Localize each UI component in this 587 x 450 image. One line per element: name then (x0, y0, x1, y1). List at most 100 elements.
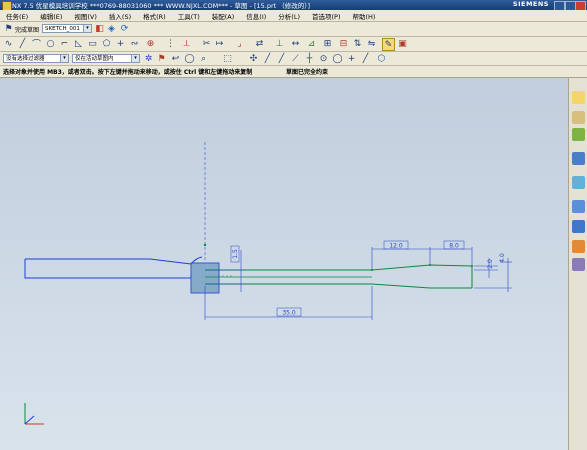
polygon-icon[interactable]: ⬠ (101, 38, 112, 49)
menu-tools[interactable]: 工具(T) (172, 11, 206, 21)
dimension-value: 2.0 (487, 259, 494, 269)
history-icon[interactable] (572, 176, 585, 189)
menu-bar: 任务(E) 编辑(E) 视图(V) 插入(S) 格式(R) 工具(T) 装配(A… (0, 10, 587, 22)
status-bar: 选择对象并使用 MB3，或者双击。按下左键并拖动来移动，或按住 Ctrl 键和左… (0, 66, 587, 78)
menu-view[interactable]: 视图(V) (68, 11, 103, 21)
menu-preferences[interactable]: 首选项(P) (306, 11, 347, 21)
menu-edit[interactable]: 编辑(E) (34, 11, 68, 21)
general-select-icon[interactable]: ✲ (143, 53, 154, 64)
menu-format[interactable]: 格式(R) (137, 11, 172, 21)
dimension-2[interactable]: 2.0 (474, 258, 498, 278)
snap-end-icon[interactable]: ╱ (262, 53, 273, 64)
orient-view-icon[interactable]: ◧ (94, 23, 105, 34)
sketch-style-icon[interactable]: ✎ (382, 38, 395, 51)
snap-on-curve-icon[interactable]: ╱ (360, 53, 371, 64)
snap-intersect-icon[interactable]: ┼ (304, 53, 315, 64)
dimension-value: 1.5 (232, 249, 239, 259)
menu-analysis[interactable]: 分析(L) (272, 11, 306, 21)
lasso-icon[interactable]: ⌕ (198, 53, 209, 64)
graphics-window[interactable]: 12.0 8.0 2.0 4.0 1.5 35.0 (0, 78, 568, 450)
snap-center-icon[interactable]: ⊙ (318, 53, 329, 64)
dimension-4[interactable]: 4.0 (474, 253, 512, 292)
dimension-8[interactable]: 8.0 (430, 240, 473, 266)
selection-scope-select[interactable]: 仅在活动草图内 ▾ (72, 54, 140, 63)
studio-spline-icon[interactable]: ∾ (129, 38, 140, 49)
rectangle-icon[interactable]: ▭ (87, 38, 98, 49)
body-select-icon[interactable]: ◯ (184, 53, 195, 64)
assembly-navigator-icon[interactable] (572, 91, 585, 104)
menu-assemblies[interactable]: 装配(A) (206, 11, 241, 21)
sketch-toolbar: ⚑ 完成草图 SKETCH_001 ▾ ◧ ◈ ⟳ (0, 22, 587, 37)
offset-curve-icon[interactable]: ⊕ (145, 38, 156, 49)
dimension-35[interactable]: 35.0 (204, 286, 373, 320)
show-constraints-icon[interactable]: ⊟ (338, 38, 349, 49)
finish-sketch-icon[interactable]: ⚑ (3, 23, 14, 34)
constraint-icon[interactable]: ⊥ (274, 38, 285, 49)
menu-help[interactable]: 帮助(H) (346, 11, 381, 21)
auto-constrain-icon[interactable]: ⊞ (322, 38, 333, 49)
mirror-icon[interactable]: ⟂ (181, 38, 192, 49)
fillet-icon[interactable]: ⌐ (59, 38, 70, 49)
curve-toolbar: ∿ ╱ ⌒ ○ ⌐ ◺ ▭ ⬠ + ∾ ⊕ ⋮ ⟂ ✂ ↦ ⌟ ⇄ ⊥ ↔ ⊿ … (0, 37, 587, 52)
dimension-value: 35.0 (282, 310, 296, 317)
snap-mid-icon[interactable]: ╱ (276, 53, 287, 64)
pattern-icon[interactable]: ⋮ (165, 38, 176, 49)
selection-filter-select[interactable]: 没有选择过滤器 ▾ (3, 54, 69, 63)
sketch-layer-icon[interactable]: ▣ (397, 38, 408, 49)
inferred-icon[interactable]: ⊿ (306, 38, 317, 49)
menu-task[interactable]: 任务(E) (0, 11, 34, 21)
process-studio-icon[interactable] (572, 200, 585, 213)
sketch-drawing: 12.0 8.0 2.0 4.0 1.5 35.0 (24, 142, 512, 425)
point-icon[interactable]: + (115, 38, 126, 49)
profile-point[interactable] (203, 243, 207, 247)
wcs-triad (24, 403, 44, 425)
sketch-state: 草图已完全约束 (286, 69, 329, 76)
move-curve-icon[interactable]: ⇄ (254, 38, 265, 49)
window-title: NX 7.5 优星模具培训学校 ***0769-88031060 *** WWW… (12, 2, 311, 10)
profile-icon[interactable]: ∿ (3, 38, 14, 49)
status-prompt: 选择对象并使用 MB3，或者双击。按下左键并拖动来移动，或按住 Ctrl 键和左… (3, 69, 253, 76)
profile-lower-line[interactable] (205, 283, 472, 289)
sketch-name-value: SKETCH_001 (45, 26, 80, 32)
chevron-down-icon: ▾ (60, 55, 68, 62)
snap-point-icon[interactable]: + (346, 53, 357, 64)
existing-body-top-edge[interactable] (25, 258, 192, 265)
menu-insert[interactable]: 插入(S) (103, 11, 137, 21)
corner-icon[interactable]: ⌟ (234, 38, 245, 49)
chevron-down-icon: ▾ (83, 25, 91, 32)
resource-bar (568, 78, 587, 450)
snap-existing-icon[interactable]: ✣ (248, 53, 259, 64)
chamfer-icon[interactable]: ◺ (73, 38, 84, 49)
convert-ref-icon[interactable]: ⇅ (352, 38, 363, 49)
web-browser-icon[interactable] (572, 258, 585, 271)
title-bar: NX 7.5 优星模具培训学校 ***0769-88031060 *** WWW… (0, 0, 587, 11)
circle-icon[interactable]: ○ (45, 38, 56, 49)
profile-upper-line[interactable] (205, 264, 473, 271)
update-model-icon[interactable]: ⟳ (119, 23, 130, 34)
alt-solution-icon[interactable]: ⇋ (366, 38, 377, 49)
dimension-value: 8.0 (449, 243, 459, 250)
system-materials-icon[interactable] (572, 220, 585, 233)
reuse-library-icon[interactable] (572, 152, 585, 165)
part-navigator-icon[interactable] (572, 128, 585, 141)
curve-rule-icon[interactable]: ↩ (170, 53, 181, 64)
roles-icon[interactable] (572, 240, 585, 253)
line-icon[interactable]: ╱ (17, 38, 28, 49)
sketch-name-select[interactable]: SKETCH_001 ▾ (42, 24, 92, 33)
rectangle-select-icon[interactable]: ⬚ (222, 53, 233, 64)
finish-sketch-label[interactable]: 完成草图 (15, 25, 39, 34)
trim-icon[interactable]: ✂ (201, 38, 212, 49)
constraint-navigator-icon[interactable] (572, 111, 585, 124)
existing-body-edge[interactable] (24, 259, 191, 279)
reattach-icon[interactable]: ◈ (106, 23, 117, 34)
menu-information[interactable]: 信息(I) (240, 11, 272, 21)
dimension-value: 4.0 (499, 253, 506, 263)
dimension-icon[interactable]: ↔ (290, 38, 301, 49)
snap-bounding-icon[interactable]: ⬡ (376, 53, 387, 64)
snap-quadrant-icon[interactable]: ◯ (332, 53, 343, 64)
feature-select-icon[interactable]: ⚑ (156, 53, 167, 64)
snap-control-icon[interactable]: ⟋ (290, 53, 301, 64)
selection-filter-value: 没有选择过滤器 (6, 56, 45, 62)
extend-icon[interactable]: ↦ (214, 38, 225, 49)
arc-icon[interactable]: ⌒ (31, 38, 42, 50)
